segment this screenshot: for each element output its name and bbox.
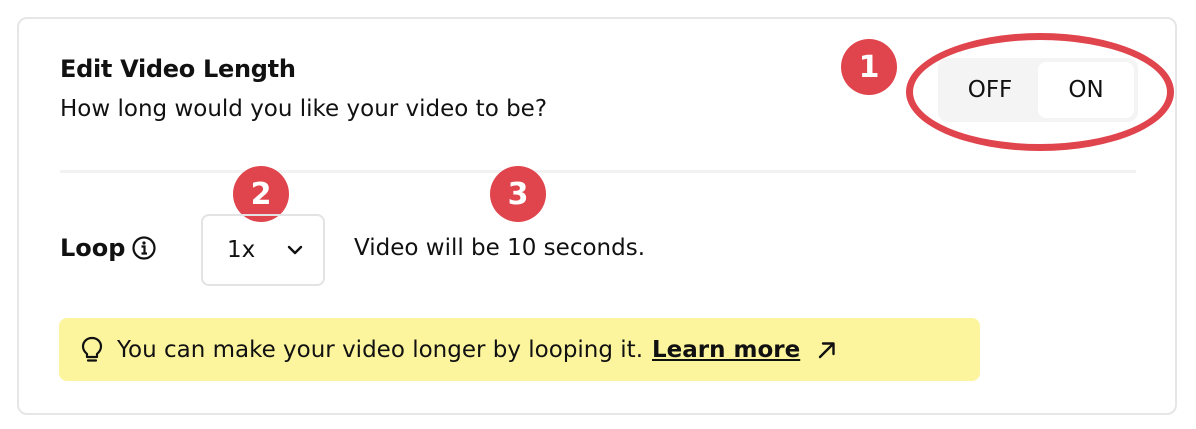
loop-select-value: 1x <box>227 237 256 263</box>
divider <box>60 170 1136 173</box>
section-subtitle: How long would you like your video to be… <box>60 96 548 122</box>
annotation-ring <box>906 33 1174 151</box>
chevron-down-icon <box>287 245 303 255</box>
tip-text: You can make your video longer by loopin… <box>117 336 644 363</box>
learn-more-link[interactable]: Learn more <box>652 337 800 363</box>
lightbulb-icon <box>81 336 103 362</box>
loop-select[interactable]: 1x <box>201 214 325 286</box>
info-icon[interactable] <box>131 235 157 261</box>
section-title: Edit Video Length <box>60 55 296 83</box>
arrow-up-right-icon[interactable] <box>816 339 838 361</box>
duration-text: Video will be 10 seconds. <box>354 235 646 261</box>
annotation-badge-3: 3 <box>490 166 546 222</box>
loop-label-text: Loop <box>60 234 126 262</box>
annotation-badge-1: 1 <box>841 39 897 95</box>
loop-label: Loop <box>60 234 157 262</box>
tip-banner: You can make your video longer by loopin… <box>59 318 980 381</box>
